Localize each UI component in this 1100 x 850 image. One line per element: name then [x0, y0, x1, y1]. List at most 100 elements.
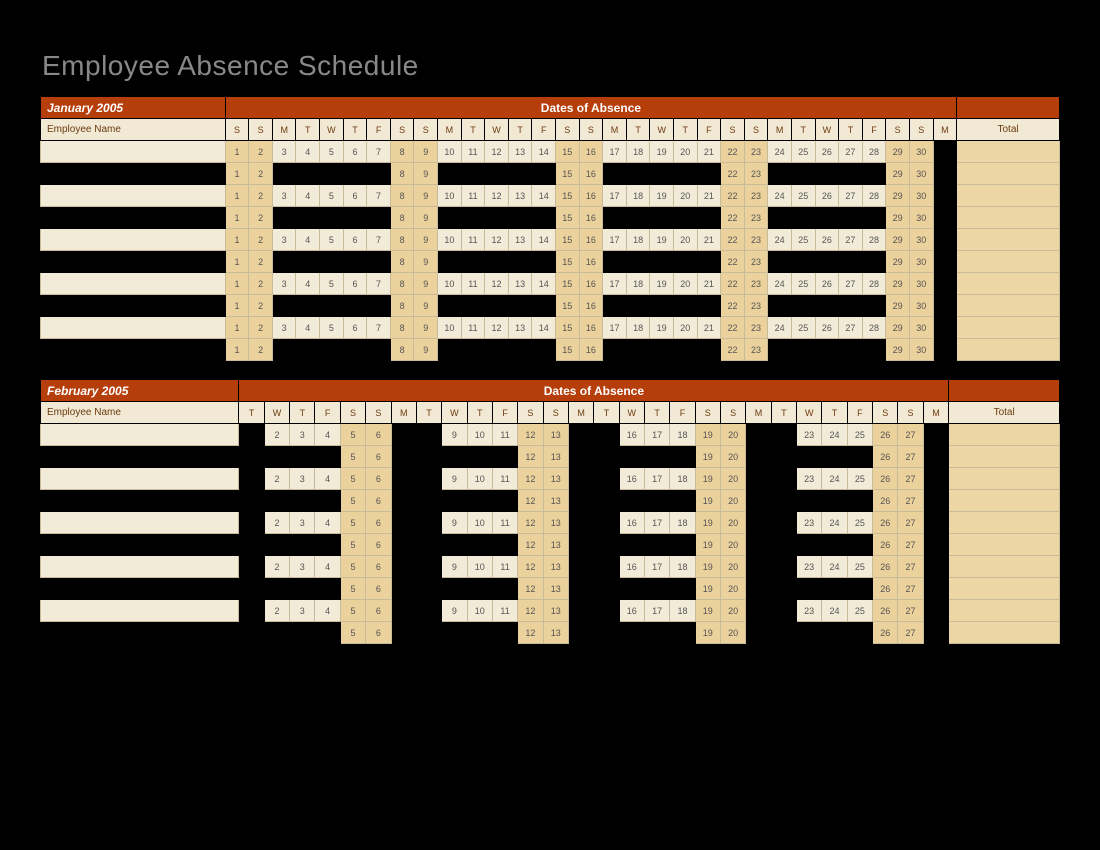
day-cell	[492, 534, 517, 556]
day-cell	[438, 207, 462, 229]
day-cell: 6	[366, 424, 391, 446]
day-cell: 27	[898, 468, 923, 490]
day-cell: 17	[603, 185, 627, 207]
day-cell: 6	[366, 512, 391, 534]
day-cell	[933, 251, 957, 273]
day-cell: 16	[579, 163, 603, 185]
day-cell	[568, 490, 593, 512]
day-cell	[391, 468, 416, 490]
day-cell	[923, 556, 949, 578]
table-row: 1234567891011121314151617181920212223242…	[41, 273, 1060, 295]
day-cell	[923, 622, 949, 644]
dates-of-absence-header: Dates of Absence	[239, 380, 949, 402]
day-cell	[619, 534, 644, 556]
employee-name-cell	[41, 600, 239, 622]
day-cell	[650, 339, 674, 361]
day-cell	[746, 424, 771, 446]
day-cell	[485, 295, 509, 317]
day-cell	[594, 600, 619, 622]
day-cell	[239, 600, 264, 622]
day-cell: 24	[822, 600, 847, 622]
day-cell	[320, 207, 344, 229]
day-cell: 15	[556, 251, 580, 273]
day-cell: 9	[414, 141, 438, 163]
day-cell: 29	[886, 339, 910, 361]
day-cell: 24	[822, 468, 847, 490]
day-cell: 4	[315, 424, 340, 446]
day-cell: 13	[543, 424, 568, 446]
day-cell: 18	[670, 556, 695, 578]
day-cell: 28	[862, 273, 886, 295]
day-cell: 10	[438, 317, 462, 339]
day-cell	[626, 163, 650, 185]
day-cell	[568, 424, 593, 446]
day-cell: 15	[556, 185, 580, 207]
day-cell: 30	[909, 295, 933, 317]
day-cell: 1	[225, 229, 249, 251]
day-cell: 8	[390, 163, 414, 185]
day-cell	[862, 163, 886, 185]
table-row: 1234567891011121314151617181920212223242…	[41, 229, 1060, 251]
day-cell	[619, 578, 644, 600]
day-cell	[644, 534, 669, 556]
employee-name-cell	[41, 556, 239, 578]
month-block: January 2005Dates of AbsenceEmployee Nam…	[40, 96, 1060, 361]
day-letter-header: F	[862, 119, 886, 141]
day-cell: 20	[673, 141, 697, 163]
employee-name-cell	[41, 229, 226, 251]
day-cell: 27	[839, 185, 863, 207]
day-cell: 11	[461, 141, 485, 163]
day-cell: 19	[695, 578, 720, 600]
table-row: 1289151622232930	[41, 207, 1060, 229]
day-cell: 14	[532, 141, 556, 163]
day-cell: 30	[909, 207, 933, 229]
day-cell: 29	[886, 229, 910, 251]
day-cell: 26	[873, 468, 898, 490]
day-cell	[771, 512, 796, 534]
day-cell: 19	[650, 141, 674, 163]
day-cell: 9	[442, 424, 467, 446]
employee-name-cell	[41, 163, 226, 185]
total-cell	[949, 600, 1060, 622]
day-cell	[650, 295, 674, 317]
employee-name-header: Employee Name	[41, 119, 226, 141]
total-cell	[949, 446, 1060, 468]
day-cell	[746, 556, 771, 578]
day-cell: 25	[791, 185, 815, 207]
day-cell: 12	[518, 490, 543, 512]
day-cell: 17	[644, 512, 669, 534]
day-cell: 19	[695, 512, 720, 534]
day-cell	[438, 163, 462, 185]
table-row: 1234567891011121314151617181920212223242…	[41, 317, 1060, 339]
day-cell	[239, 622, 264, 644]
day-cell: 28	[862, 141, 886, 163]
day-cell: 28	[862, 317, 886, 339]
day-cell: 27	[898, 490, 923, 512]
day-cell: 25	[791, 141, 815, 163]
day-cell	[367, 207, 391, 229]
day-cell: 18	[670, 424, 695, 446]
total-cell	[957, 339, 1060, 361]
employee-name-cell	[41, 468, 239, 490]
day-letter-header: S	[225, 119, 249, 141]
day-cell: 19	[695, 468, 720, 490]
day-cell: 5	[340, 468, 365, 490]
day-cell: 12	[518, 512, 543, 534]
day-cell	[416, 600, 441, 622]
day-cell: 3	[290, 600, 315, 622]
day-cell: 2	[249, 141, 273, 163]
day-cell: 7	[367, 185, 391, 207]
day-cell	[485, 339, 509, 361]
day-cell: 22	[721, 207, 745, 229]
total-cell	[949, 490, 1060, 512]
day-cell	[343, 295, 367, 317]
day-cell	[391, 556, 416, 578]
day-cell: 23	[797, 556, 822, 578]
day-cell	[822, 534, 847, 556]
day-cell	[442, 534, 467, 556]
day-cell	[746, 468, 771, 490]
day-cell: 29	[886, 317, 910, 339]
day-cell	[815, 251, 839, 273]
month-name: February 2005	[41, 380, 239, 402]
day-cell	[791, 207, 815, 229]
